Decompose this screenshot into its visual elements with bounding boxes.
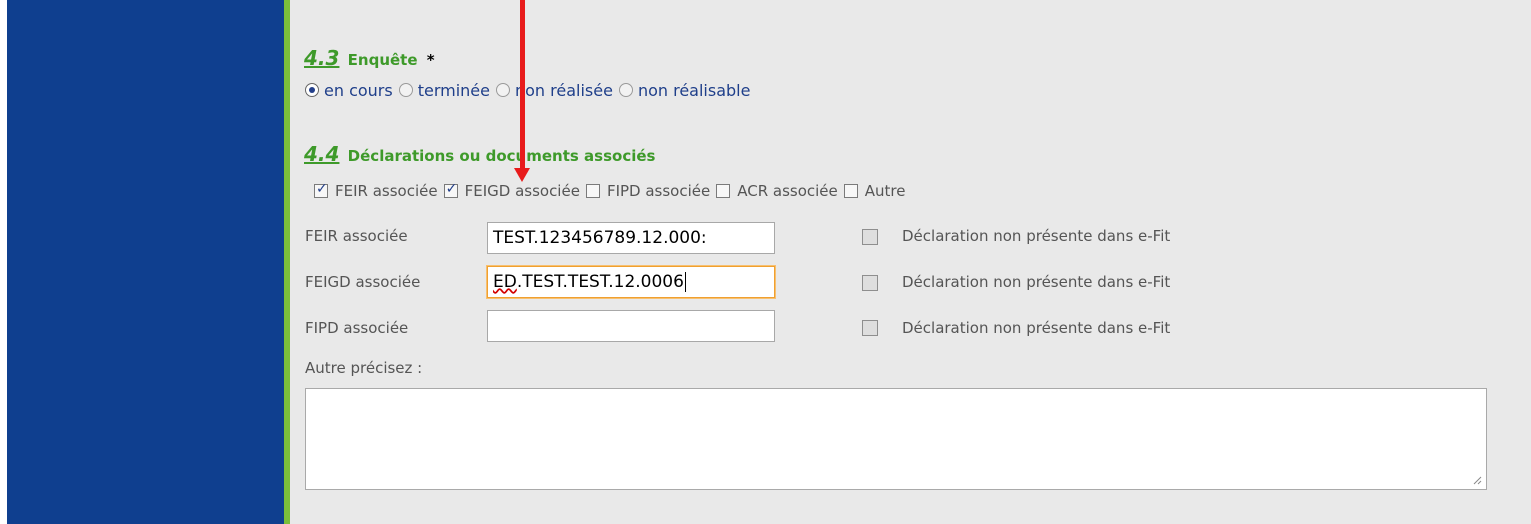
fipd-field-label: FIPD associée xyxy=(305,319,409,337)
feigd-not-present-label[interactable]: Déclaration non présente dans e-Fit xyxy=(902,273,1170,291)
feir-input-value: TEST.123456789.12.000: xyxy=(493,228,707,248)
checkbox-autre[interactable] xyxy=(843,184,858,198)
checkbox-fipd[interactable] xyxy=(585,184,600,198)
radio-label-non-realisee[interactable]: non réalisée xyxy=(515,81,613,100)
feigd-not-present-checkbox[interactable] xyxy=(862,275,878,291)
checkbox-acr[interactable] xyxy=(716,184,731,198)
checkbox-label-feir[interactable]: FEIR associée xyxy=(335,182,438,200)
feir-not-present-label[interactable]: Déclaration non présente dans e-Fit xyxy=(902,227,1170,245)
enquete-status-radio-group: en cours terminée non réalisée non réali… xyxy=(305,78,756,102)
checkbox-label-acr[interactable]: ACR associée xyxy=(737,182,838,200)
section-title-declarations: 4.4 Déclarations ou documents associés xyxy=(304,142,655,166)
checkbox-label-fipd[interactable]: FIPD associée xyxy=(607,182,710,200)
radio-non-realisable[interactable] xyxy=(618,83,633,97)
checkbox-label-feigd[interactable]: FEIGD associée xyxy=(465,182,580,200)
radio-terminee[interactable] xyxy=(398,83,413,97)
feigd-field-label: FEIGD associée xyxy=(305,273,421,291)
radio-label-non-realisable[interactable]: non réalisable xyxy=(638,81,751,100)
checkbox-feir[interactable] xyxy=(314,181,328,198)
resize-grip-icon[interactable] xyxy=(1472,475,1482,485)
feigd-input[interactable]: ED.TEST.TEST.12.0006 xyxy=(487,266,775,298)
associated-documents-checkbox-group: FEIR associée FEIGD associée FIPD associ… xyxy=(314,179,912,203)
checkbox-label-autre[interactable]: Autre xyxy=(865,182,906,200)
section-title-enquete: 4.3 Enquête * xyxy=(304,46,435,70)
fipd-not-present-checkbox[interactable] xyxy=(862,320,878,336)
section-number-4-3[interactable]: 4.3 xyxy=(304,46,339,70)
left-sidebar-panel xyxy=(7,0,284,524)
required-mark: * xyxy=(426,51,435,69)
feir-input[interactable]: TEST.123456789.12.000: xyxy=(487,222,775,254)
feigd-input-value-prefix: ED xyxy=(493,272,517,292)
fipd-input[interactable] xyxy=(487,310,775,342)
checkbox-feigd[interactable] xyxy=(443,181,458,198)
other-specify-label: Autre précisez : xyxy=(305,359,423,377)
feigd-input-value-rest: .TEST.TEST.12.0006 xyxy=(516,272,684,292)
fipd-not-present-label[interactable]: Déclaration non présente dans e-Fit xyxy=(902,319,1170,337)
radio-non-realisee[interactable] xyxy=(496,83,510,97)
radio-label-terminee[interactable]: terminée xyxy=(418,81,490,100)
section-label-enquete: Enquête xyxy=(347,51,418,69)
annotation-arrow xyxy=(520,0,525,172)
feir-field-label: FEIR associée xyxy=(305,227,408,245)
radio-en-cours[interactable] xyxy=(305,83,319,97)
other-specify-textarea[interactable] xyxy=(305,388,1487,490)
section-label-declarations: Déclarations ou documents associés xyxy=(347,147,656,165)
feir-not-present-checkbox[interactable] xyxy=(862,229,878,245)
section-number-4-4[interactable]: 4.4 xyxy=(304,142,339,166)
radio-label-en-cours[interactable]: en cours xyxy=(324,81,393,100)
text-cursor xyxy=(684,272,686,292)
annotation-arrow-head-icon xyxy=(514,168,530,182)
